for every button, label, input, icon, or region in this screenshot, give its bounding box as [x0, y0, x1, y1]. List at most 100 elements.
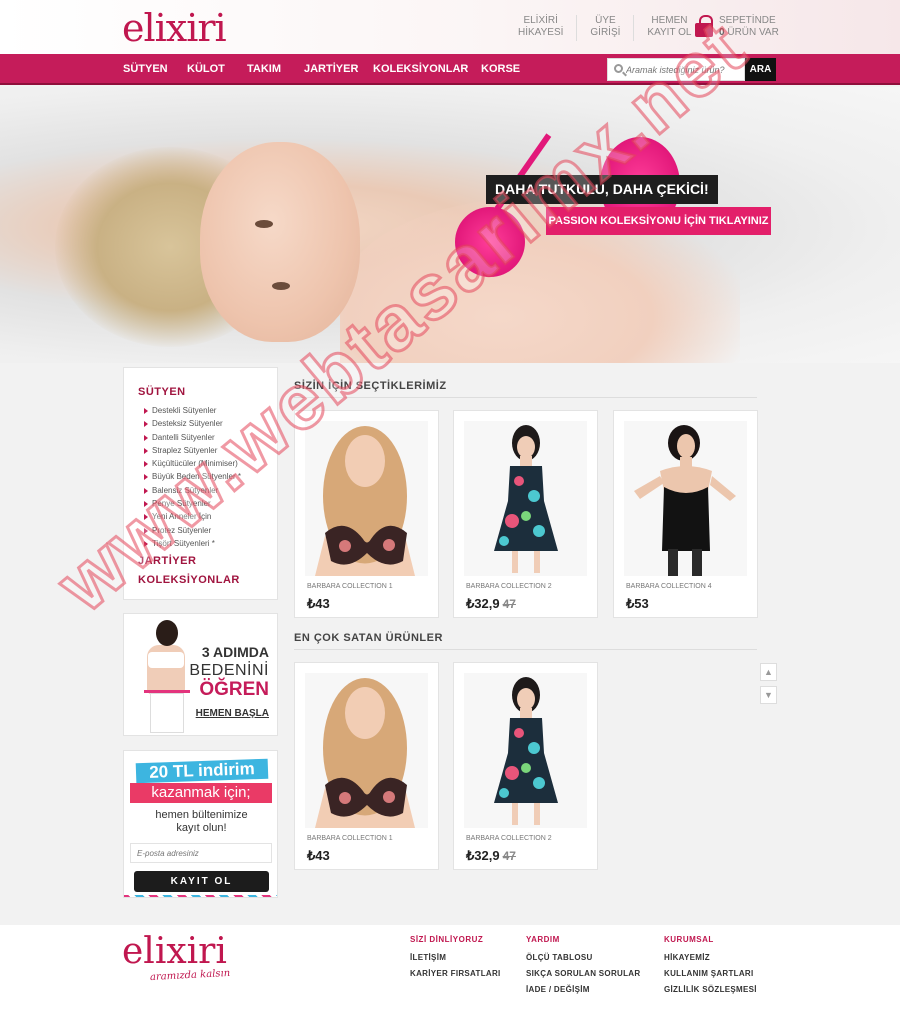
footer-col-title: YARDIM — [526, 935, 560, 944]
footer-link[interactable]: KARİYER FIRSATLARI — [410, 969, 501, 985]
envelope-stripe — [124, 895, 277, 897]
newsletter-line2: kazanmak için; — [130, 783, 272, 803]
story-link-line2: HİKAYESİ — [518, 27, 564, 38]
newsletter-banner: 20 TL indirim kazanmak için; hemen bülte… — [123, 750, 278, 898]
product-image[interactable] — [624, 421, 747, 576]
newsletter-submit-button[interactable]: KAYIT OL — [134, 871, 269, 892]
size-guide-line2: BEDENİNİ — [189, 662, 269, 679]
footer-link[interactable]: İLETİŞİM — [410, 953, 501, 969]
product-image[interactable] — [305, 673, 428, 828]
model-dress-image — [494, 677, 558, 825]
product-name[interactable]: BARBARA COLLECTION 2 — [466, 583, 552, 590]
nav-takim[interactable]: TAKIM — [247, 63, 281, 75]
footer-link[interactable]: KULLANIM ŞARTLARI — [664, 969, 757, 985]
size-guide-banner[interactable]: 3 ADIMDA BEDENİNİ ÖĞREN HEMEN BAŞLA — [123, 613, 278, 736]
register-link-line2: KAYIT OL — [647, 27, 692, 38]
cart-count: 0 — [719, 27, 725, 38]
chevron-up-icon: ▲ — [764, 667, 773, 677]
footer-col-corporate: KURUMSAL HİKAYEMİZ KULLANIM ŞARTLARI GİZ… — [664, 935, 757, 1001]
size-guide-line1: 3 ADIMDA — [201, 644, 269, 660]
product-price: ₺53 — [626, 596, 649, 612]
register-link[interactable]: HEMEN KAYIT OL — [634, 15, 704, 41]
measuring-tape-icon — [144, 690, 190, 693]
cart-link[interactable]: SEPETİNDE 0 ÜRÜN VAR — [695, 15, 779, 39]
story-link[interactable]: ELİXİRİ HİKAYESİ — [505, 15, 578, 41]
footer-link[interactable]: HİKAYEMİZ — [664, 953, 757, 969]
model-dress-image — [494, 425, 558, 573]
footer-col-title: KURUMSAL — [664, 935, 714, 944]
search-input[interactable] — [626, 61, 741, 78]
price-old: 47 — [502, 597, 516, 611]
size-guide-link[interactable]: HEMEN BAŞLA — [196, 708, 269, 719]
hero-cta-button[interactable]: PASSION KOLEKSİYONU İÇİN TIKLAYINIZ — [546, 207, 771, 235]
sidebar-heading-jartiyer[interactable]: JARTİYER — [138, 555, 196, 567]
model-bodysuit-image — [634, 425, 736, 576]
product-card[interactable]: BARBARA COLLECTION 4 ₺53 — [613, 410, 758, 618]
product-card[interactable]: BARBARA COLLECTION 2 ₺32,9 47 — [453, 410, 598, 618]
model-illustration — [132, 620, 192, 734]
model-bra-image — [315, 678, 415, 828]
product-price: ₺32,9 47 — [466, 848, 516, 864]
bra-cup-left — [455, 207, 525, 277]
sidebar-item[interactable]: Dantelli Sütyenler — [144, 431, 241, 444]
hero-model-face — [200, 142, 360, 342]
product-price: ₺32,9 47 — [466, 596, 516, 612]
top-links: ELİXİRİ HİKAYESİ ÜYE GİRİŞİ HEMEN KAYIT OL — [505, 15, 705, 41]
sidebar-heading-koleksiyonlar[interactable]: KOLEKSİYONLAR — [138, 574, 240, 586]
product-card[interactable]: BARBARA COLLECTION 1 ₺43 — [294, 662, 439, 870]
nav-koleksiyonlar[interactable]: KOLEKSİYONLAR — [373, 63, 468, 75]
product-image[interactable] — [464, 421, 587, 576]
product-name[interactable]: BARBARA COLLECTION 1 — [307, 835, 393, 842]
login-link[interactable]: ÜYE GİRİŞİ — [577, 15, 635, 41]
product-image[interactable] — [305, 421, 428, 576]
chevron-down-icon: ▼ — [764, 690, 773, 700]
sidebar-item[interactable]: Balensiz Sütyenler — [144, 484, 241, 497]
model-head — [156, 620, 178, 646]
nav-sutyen[interactable]: SÜTYEN — [123, 63, 168, 75]
search-button[interactable]: ARA — [745, 58, 776, 81]
product-name[interactable]: BARBARA COLLECTION 2 — [466, 835, 552, 842]
login-link-line1: ÜYE — [595, 15, 616, 26]
scroll-up-button[interactable]: ▲ — [760, 663, 777, 681]
sidebar-item[interactable]: Straplez Sütyenler — [144, 444, 241, 457]
cart-status: SEPETİNDE 0 ÜRÜN VAR — [719, 15, 779, 39]
eye-left — [255, 220, 273, 228]
footer-link[interactable]: SIKÇA SORULAN SORULAR — [526, 969, 640, 985]
newsletter-line4: kayıt olun! — [176, 822, 227, 834]
sidebar-heading-sutyen[interactable]: SÜTYEN — [138, 386, 186, 398]
shopping-bag-icon — [695, 15, 713, 37]
sidebar-item[interactable]: Küçültücüler (Minimiser) — [144, 457, 241, 470]
price-current: ₺53 — [626, 596, 649, 611]
nav-korse[interactable]: KORSE — [481, 63, 520, 75]
footer-link[interactable]: ÖLÇÜ TABLOSU — [526, 953, 640, 969]
product-image[interactable] — [464, 673, 587, 828]
newsletter-email-input[interactable] — [130, 843, 272, 863]
sidebar-item[interactable]: Büyük Beden Sütyenler * — [144, 470, 241, 483]
sidebar-item[interactable]: Tişört Sütyenleri * — [144, 537, 241, 550]
footer-logo[interactable]: elixiri — [122, 931, 227, 972]
sidebar-item[interactable]: Destekli Sütyenler — [144, 404, 241, 417]
search-box — [607, 58, 745, 81]
footer-link[interactable]: İADE / DEĞİŞİM — [526, 985, 640, 1001]
story-link-line1: ELİXİRİ — [523, 15, 558, 26]
nav-jartiyer[interactable]: JARTİYER — [304, 63, 358, 75]
product-card[interactable]: BARBARA COLLECTION 1 ₺43 — [294, 410, 439, 618]
sidebar-item[interactable]: Desteksiz Sütyenler — [144, 417, 241, 430]
footer-link[interactable]: GİZLİLİK SÖZLEŞMESİ — [664, 985, 757, 1001]
product-card[interactable]: BARBARA COLLECTION 2 ₺32,9 47 — [453, 662, 598, 870]
price-current: ₺32,9 — [466, 596, 500, 611]
login-link-line2: GİRİŞİ — [590, 27, 621, 38]
product-price: ₺43 — [307, 848, 330, 864]
product-name[interactable]: BARBARA COLLECTION 1 — [307, 583, 393, 590]
sidebar-item[interactable]: Yeni Anneler İçin — [144, 510, 241, 523]
sidebar-item[interactable]: Penye Sütyenler — [144, 497, 241, 510]
product-name[interactable]: BARBARA COLLECTION 4 — [626, 583, 712, 590]
nav-kulot[interactable]: KÜLOT — [187, 63, 225, 75]
site-logo[interactable]: elixiri — [122, 6, 227, 50]
scroll-down-button[interactable]: ▼ — [760, 686, 777, 704]
bestsellers-section-title: EN ÇOK SATAN ÜRÜNLER — [294, 632, 757, 650]
cart-line2: ÜRÜN VAR — [727, 27, 779, 38]
register-link-line1: HEMEN — [651, 15, 688, 26]
sidebar-item[interactable]: Protez Sütyenler — [144, 524, 241, 537]
model-pants — [150, 693, 184, 733]
